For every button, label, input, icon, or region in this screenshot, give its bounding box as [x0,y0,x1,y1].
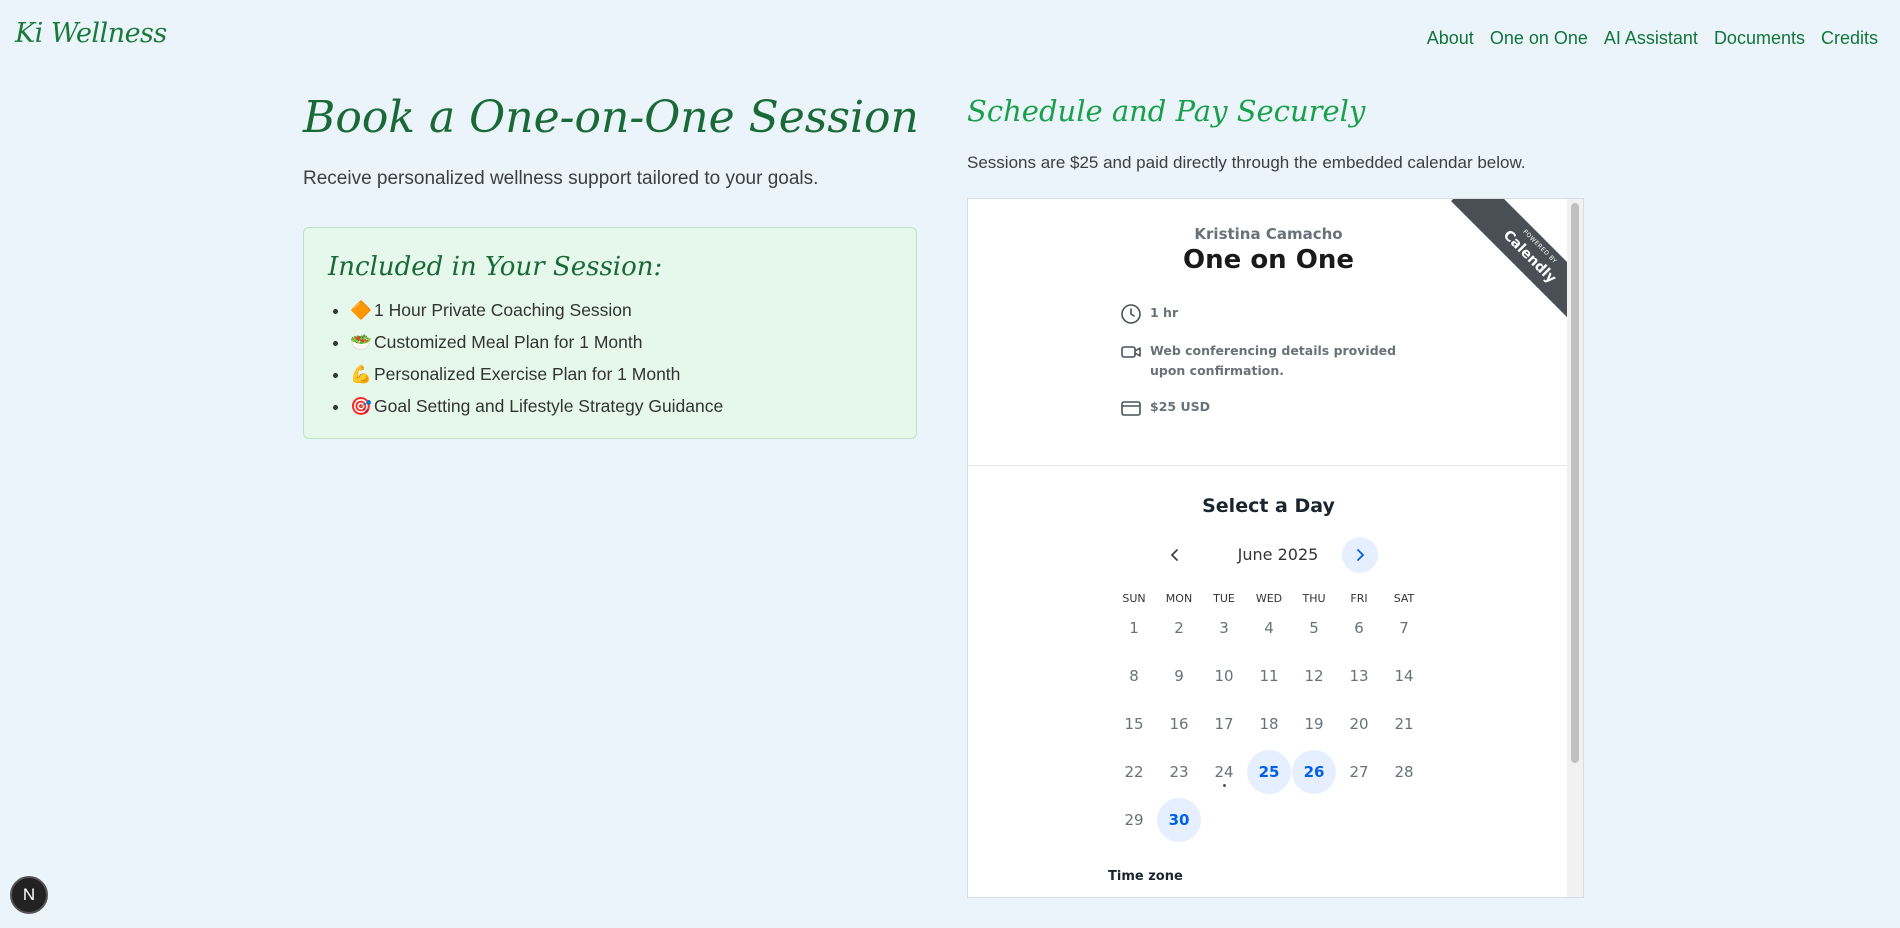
weekday-wed: WED [1255,592,1283,605]
weekday-tue: TUE [1213,592,1235,605]
n-badge-button[interactable]: N [10,876,48,914]
scrollbar-thumb[interactable] [1571,203,1579,763]
page-title: Book a One-on-One Session [303,92,919,143]
calendar-day: 8 [1129,667,1139,685]
today-indicator [1222,784,1226,787]
weekday-mon: MON [1165,592,1193,605]
calendar-day-available[interactable]: 25 [1247,750,1291,794]
list-item: 🥗Customized Meal Plan for 1 Month [350,332,892,353]
calendar-day: 6 [1354,619,1364,637]
duration-text: 1 hr [1150,305,1179,320]
location-text: Web conferencing details provided upon c… [1150,343,1397,378]
calendar-day: 5 [1309,619,1319,637]
muscle-icon: 💪 [350,364,372,384]
calendar-day: 27 [1349,763,1369,781]
calendar-day: 22 [1124,763,1144,781]
target-icon: 🎯 [350,396,372,416]
list-item: 🎯Goal Setting and Lifestyle Strategy Gui… [350,396,892,417]
calendar-day-available[interactable]: 30 [1157,798,1201,842]
calendar-day: 4 [1264,619,1274,637]
calendar-day: 16 [1169,715,1189,733]
list-item-text: Goal Setting and Lifestyle Strategy Guid… [374,396,724,416]
list-item: 💪Personalized Exercise Plan for 1 Month [350,364,892,385]
calendar-day: 11 [1259,667,1279,685]
select-day-heading: Select a Day [1202,495,1335,517]
page-subtitle: Receive personalized wellness support ta… [303,168,819,189]
nav-ai-assistant[interactable]: AI Assistant [1604,28,1698,49]
included-title: Included in Your Session: [328,252,663,282]
calendar-day: 1 [1129,619,1139,637]
video-icon [1120,341,1142,363]
calendar-day: 12 [1304,667,1324,685]
nav-documents[interactable]: Documents [1714,28,1805,49]
site-logo[interactable]: Ki Wellness [15,18,167,49]
included-list: 🔶1 Hour Private Coaching Session 🥗Custom… [328,300,892,417]
calendar-day: 2 [1174,619,1184,637]
list-item-text: 1 Hour Private Coaching Session [374,300,632,320]
list-item-text: Customized Meal Plan for 1 Month [374,332,643,352]
price-row: $25 USD [1120,397,1210,419]
prev-month-button[interactable] [1157,537,1193,573]
calendly-widget: POWERED BY Calendly Kristina Camacho One… [967,198,1584,898]
duration-row: 1 hr [1120,303,1178,325]
price-text: $25 USD [1150,399,1210,414]
timezone-label: Time zone [1108,869,1183,884]
calendar-day: 15 [1124,715,1144,733]
weekday-thu: THU [1302,592,1326,605]
weekday-fri: FRI [1350,592,1368,605]
clock-icon [1120,303,1142,325]
list-item: 🔶1 Hour Private Coaching Session [350,300,892,321]
calendar-day: 29 [1124,811,1144,829]
divider [968,465,1569,466]
nav-about[interactable]: About [1427,28,1474,49]
salad-icon: 🥗 [350,332,372,352]
next-month-button[interactable] [1342,537,1378,573]
calendar-day: 10 [1214,667,1234,685]
included-card: Included in Your Session: 🔶1 Hour Privat… [303,227,917,439]
weekday-sun: SUN [1122,592,1146,605]
nav-credits[interactable]: Credits [1821,28,1878,49]
calendar-day: 3 [1219,619,1229,637]
chevron-right-icon [1357,549,1365,561]
card-icon [1120,397,1142,419]
calendar-day: 24 [1202,750,1246,794]
month-label: June 2025 [1237,545,1319,564]
scrollbar[interactable] [1567,199,1583,897]
calendar-day: 20 [1349,715,1369,733]
calendar-day: 7 [1399,619,1409,637]
chevron-left-icon [1170,549,1178,561]
calendar-day: 19 [1304,715,1324,733]
main-nav: About One on One AI Assistant Documents … [1427,28,1878,49]
host-name: Kristina Camacho [1194,225,1343,243]
calendar-day: 13 [1349,667,1369,685]
calendar-day: 9 [1174,667,1184,685]
schedule-title: Schedule and Pay Securely [967,94,1366,128]
list-item-text: Personalized Exercise Plan for 1 Month [374,364,681,384]
calendar-day: 23 [1169,763,1189,781]
location-row: Web conferencing details provided upon c… [1120,341,1420,381]
calendar-day-available[interactable]: 26 [1292,750,1336,794]
calendar-day: 28 [1394,763,1414,781]
diamond-icon: 🔶 [350,300,372,320]
calendar-day: 18 [1259,715,1279,733]
nav-one-on-one[interactable]: One on One [1490,28,1588,49]
weekday-sat: SAT [1393,592,1415,605]
calendar-day: 21 [1394,715,1414,733]
event-name: One on One [1183,245,1354,275]
calendar-day: 17 [1214,715,1234,733]
schedule-subtitle: Sessions are $25 and paid directly throu… [967,153,1526,172]
calendar-day: 14 [1394,667,1414,685]
